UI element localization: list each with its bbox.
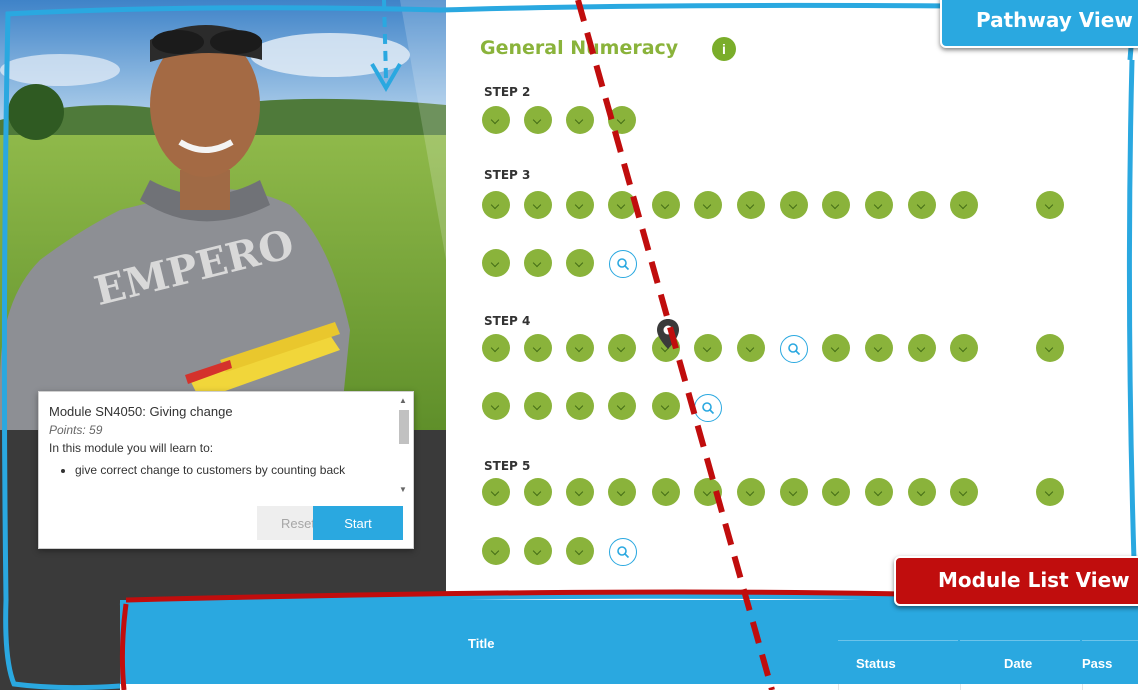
module-node[interactable] xyxy=(524,106,552,134)
module-node[interactable] xyxy=(694,191,722,219)
module-intro: In this module you will learn to: xyxy=(49,441,214,455)
module-node[interactable] xyxy=(566,392,594,420)
module-node[interactable] xyxy=(865,191,893,219)
module-node[interactable] xyxy=(1036,191,1064,219)
module-node[interactable] xyxy=(566,191,594,219)
assessment-search-node[interactable] xyxy=(609,250,637,278)
pathway-view-callout: Pathway View xyxy=(940,0,1138,48)
step-2-label: STEP 2 xyxy=(484,85,531,99)
module-node[interactable] xyxy=(566,249,594,277)
table-header: Title Status Date Pass xyxy=(120,600,1138,684)
pathway-panel: General Numeracy i STEP 2 STEP 3 STEP 4 … xyxy=(446,0,1138,600)
module-node[interactable] xyxy=(950,334,978,362)
module-node[interactable] xyxy=(652,392,680,420)
module-node[interactable] xyxy=(608,478,636,506)
step-5-label: STEP 5 xyxy=(484,459,531,473)
hero-panel: EMPERO Module SN4050: Giving change Poin… xyxy=(0,0,446,690)
column-header-status[interactable]: Status xyxy=(856,656,896,671)
module-node[interactable] xyxy=(1036,478,1064,506)
cell-divider xyxy=(838,684,839,690)
cell-divider xyxy=(1082,684,1083,690)
module-node[interactable] xyxy=(608,191,636,219)
module-node[interactable] xyxy=(482,537,510,565)
scroll-down-icon[interactable]: ▼ xyxy=(399,485,407,494)
module-node[interactable] xyxy=(566,537,594,565)
module-list-view-callout: Module List View xyxy=(894,556,1138,606)
module-node[interactable] xyxy=(737,191,765,219)
module-node[interactable] xyxy=(950,191,978,219)
assessment-search-node[interactable] xyxy=(694,394,722,422)
module-list-table: Title Status Date Pass xyxy=(120,600,1138,690)
step-4-label: STEP 4 xyxy=(484,314,531,328)
module-node[interactable] xyxy=(908,478,936,506)
module-node[interactable] xyxy=(482,334,510,362)
search-icon xyxy=(788,343,801,356)
module-node[interactable] xyxy=(524,392,552,420)
module-node[interactable] xyxy=(566,478,594,506)
pathway-view-label: Pathway View xyxy=(976,8,1133,32)
module-node[interactable] xyxy=(780,478,808,506)
column-header-pass[interactable]: Pass xyxy=(1082,656,1112,671)
assessment-search-node[interactable] xyxy=(780,335,808,363)
scroll-up-icon[interactable]: ▲ xyxy=(399,396,407,405)
module-node[interactable] xyxy=(608,334,636,362)
module-list-view-label: Module List View xyxy=(938,568,1130,592)
module-node[interactable] xyxy=(524,191,552,219)
module-objectives: give correct change to customers by coun… xyxy=(49,463,394,477)
column-header-date[interactable]: Date xyxy=(1004,656,1032,671)
search-icon xyxy=(617,546,630,559)
column-header-title[interactable]: Title xyxy=(468,636,495,651)
module-node[interactable] xyxy=(865,334,893,362)
module-node[interactable] xyxy=(608,106,636,134)
module-node[interactable] xyxy=(566,106,594,134)
header-divider xyxy=(960,640,1080,641)
module-node[interactable] xyxy=(566,334,594,362)
module-node[interactable] xyxy=(822,334,850,362)
assessment-search-node[interactable] xyxy=(609,538,637,566)
module-node[interactable] xyxy=(524,334,552,362)
module-node[interactable] xyxy=(482,106,510,134)
module-node[interactable] xyxy=(482,249,510,277)
module-node[interactable] xyxy=(950,478,978,506)
info-icon[interactable]: i xyxy=(712,37,736,61)
module-node[interactable] xyxy=(524,478,552,506)
header-divider xyxy=(1082,640,1138,641)
module-node[interactable] xyxy=(1036,334,1064,362)
module-node[interactable] xyxy=(482,478,510,506)
module-node[interactable] xyxy=(608,392,636,420)
start-button[interactable]: Start xyxy=(313,506,403,540)
module-node[interactable] xyxy=(822,478,850,506)
module-node[interactable] xyxy=(524,537,552,565)
module-node[interactable] xyxy=(908,334,936,362)
module-node[interactable] xyxy=(908,191,936,219)
module-node[interactable] xyxy=(694,334,722,362)
pathway-title: General Numeracy xyxy=(480,37,679,59)
search-icon xyxy=(702,402,715,415)
module-node[interactable] xyxy=(737,334,765,362)
module-scrollbar[interactable]: ▲ ▼ xyxy=(397,396,409,494)
scroll-thumb[interactable] xyxy=(399,410,409,444)
module-title: Module SN4050: Giving change xyxy=(49,404,233,419)
search-icon xyxy=(617,258,630,271)
cell-divider xyxy=(960,684,961,690)
module-points: Points: 59 xyxy=(49,423,103,437)
module-node[interactable] xyxy=(865,478,893,506)
hero-photo: EMPERO xyxy=(0,0,446,430)
module-node[interactable] xyxy=(822,191,850,219)
module-popup: Module SN4050: Giving change Points: 59 … xyxy=(38,391,414,549)
step-3-label: STEP 3 xyxy=(484,168,531,182)
module-node[interactable] xyxy=(652,478,680,506)
module-node[interactable] xyxy=(482,392,510,420)
module-node[interactable] xyxy=(694,478,722,506)
module-description[interactable]: Module SN4050: Giving change Points: 59 … xyxy=(49,404,394,496)
module-node[interactable] xyxy=(482,191,510,219)
module-node[interactable] xyxy=(737,478,765,506)
module-node[interactable] xyxy=(652,191,680,219)
objective-item: give correct change to customers by coun… xyxy=(75,463,394,477)
location-pin-icon xyxy=(657,319,679,349)
header-divider xyxy=(838,640,958,641)
module-node[interactable] xyxy=(524,249,552,277)
module-node[interactable] xyxy=(780,191,808,219)
